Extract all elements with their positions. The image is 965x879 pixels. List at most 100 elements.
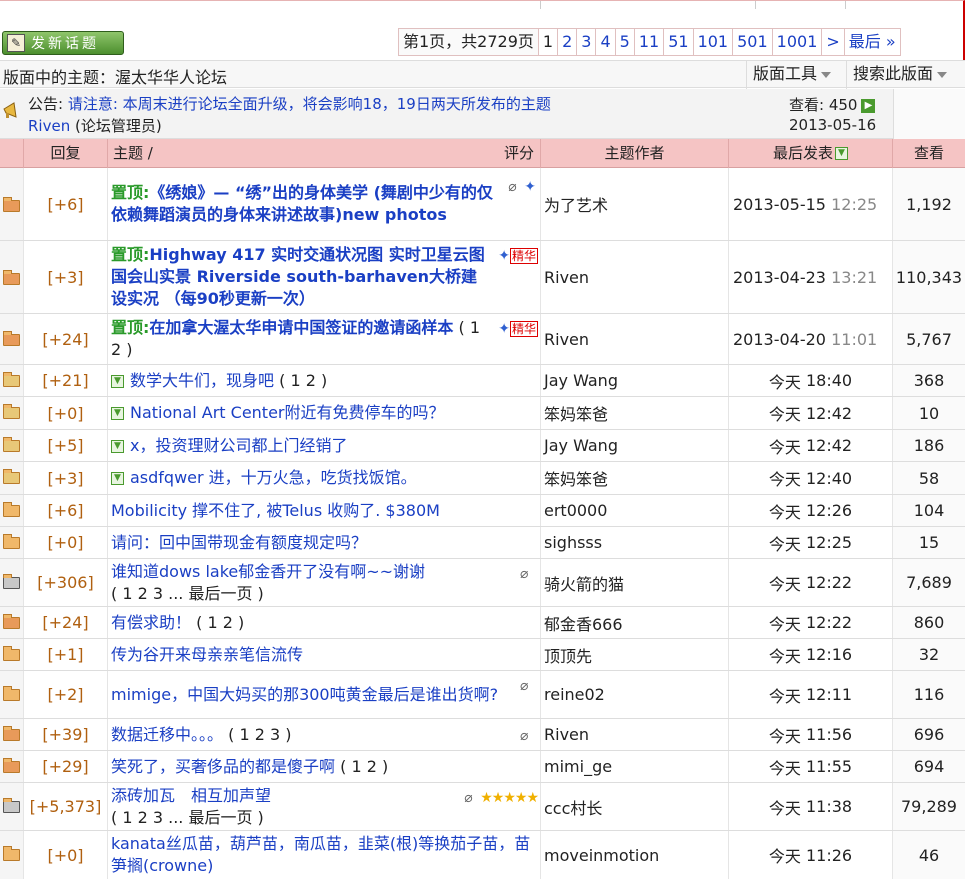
topic-title[interactable]: kanata丝瓜苗，葫芦苗，南瓜苗，韭菜(根)等换茄子苗，苗笋搁(crowne) <box>111 834 530 875</box>
topic-title[interactable]: 笑死了，买奢侈品的都是傻子啊 <box>111 757 335 776</box>
topic-author[interactable]: Jay Wang <box>541 430 729 461</box>
last-page-link[interactable]: 最后 » <box>845 29 900 55</box>
last-post[interactable]: 今天 12:42 <box>729 430 893 461</box>
last-post-date: 今天 <box>768 405 801 424</box>
row-icon-cell <box>0 719 24 750</box>
next-page-link[interactable]: > <box>822 29 845 55</box>
page-501[interactable]: 501 <box>733 29 773 55</box>
topic-cell: Mobilicity 撑不住了, 被Telus 收购了. $380M <box>108 495 541 526</box>
last-post[interactable]: 今天 12:42 <box>729 397 893 429</box>
last-post[interactable]: 今天 11:55 <box>729 751 893 782</box>
header-topic[interactable]: 主题 / <box>108 139 498 168</box>
topic-title[interactable]: 谁知道dows lake郁金香开了没有啊~~谢谢 <box>111 562 425 581</box>
last-post[interactable]: 今天 12:25 <box>729 527 893 558</box>
last-post[interactable]: 今天 18:40 <box>729 365 893 396</box>
table-row: [+24] 有偿求助！ ( 1 2 ) 郁金香666 今天 12:22 860 <box>0 607 965 639</box>
topic-title[interactable]: 数据迁移中。。。 <box>111 725 223 744</box>
page-links[interactable]: ( 1 2 ) <box>196 613 244 632</box>
last-post[interactable]: 2013-04-20 11:01 <box>729 314 893 364</box>
topic-title[interactable]: National Art Center附近有免费停车的吗？ <box>130 403 445 422</box>
topic-author[interactable]: Riven <box>541 314 729 364</box>
new-topic-button[interactable]: ✎ 发新话题 <box>2 31 124 55</box>
announcement-author[interactable]: Riven <box>28 117 70 135</box>
topic-title[interactable]: 数学大牛们，现身吧 <box>130 371 274 390</box>
page-101[interactable]: 101 <box>694 29 734 55</box>
topic-author[interactable]: moveinmotion <box>541 831 729 879</box>
last-post[interactable]: 2013-05-15 12:25 <box>729 168 893 240</box>
last-post[interactable]: 今天 12:22 <box>729 559 893 606</box>
last-post[interactable]: 今天 12:16 <box>729 639 893 670</box>
last-post[interactable]: 今天 11:26 <box>729 831 893 879</box>
topic-title[interactable]: Highway 417 实时交通状况图 实时卫星云图 国会山实景 Riversi… <box>111 245 485 308</box>
last-post[interactable]: 今天 11:38 <box>729 783 893 830</box>
topic-author[interactable]: 骑火箭的猫 <box>541 559 729 606</box>
header-last-post[interactable]: 最后发表 ▼ <box>729 139 893 168</box>
page-links[interactable]: ( 1 2 3 ... 最后一页 ) <box>111 808 264 827</box>
page-links[interactable]: ( 1 2 3 ) <box>228 725 291 744</box>
topic-author[interactable]: Jay Wang <box>541 365 729 396</box>
page-4[interactable]: 4 <box>596 29 616 55</box>
header-icon-col <box>0 139 24 168</box>
page-11[interactable]: 11 <box>635 29 665 55</box>
page-links[interactable]: ( 1 2 ) <box>279 371 327 390</box>
last-post[interactable]: 2013-04-23 13:21 <box>729 241 893 313</box>
forum-tools-menu[interactable]: 版面工具 <box>746 61 846 89</box>
row-icon-cell <box>0 671 24 718</box>
search-forum-menu[interactable]: 搜索此版面 <box>846 61 965 89</box>
header-rating[interactable]: 评分 <box>498 139 541 168</box>
page-5[interactable]: 5 <box>616 29 635 55</box>
table-row: [+6] Mobilicity 撑不住了, 被Telus 收购了. $380M … <box>0 495 965 527</box>
search-forum-label: 搜索此版面 <box>853 64 934 83</box>
topic-title[interactable]: 请问：回中国带现金有额度规定吗？ <box>111 533 367 552</box>
topic-author[interactable]: Riven <box>541 241 729 313</box>
topic-title[interactable]: asdfqwer 进，十万火急，吃货找饭馆。 <box>130 468 417 487</box>
last-post[interactable]: 今天 12:11 <box>729 671 893 718</box>
topic-title[interactable]: 添砖加瓦 相互加声望 <box>111 786 271 805</box>
last-post[interactable]: 今天 11:56 <box>729 719 893 750</box>
topic-title[interactable]: 传为谷开来母亲亲笔信流传 <box>111 645 303 664</box>
page-51[interactable]: 51 <box>664 29 694 55</box>
download-icon[interactable]: ▼ <box>111 374 124 388</box>
topic-author[interactable]: ccc村长 <box>541 783 729 830</box>
download-icon[interactable]: ▼ <box>111 439 124 453</box>
page-1[interactable]: 1 <box>539 29 559 55</box>
reply-count: [+2] <box>24 671 108 718</box>
last-post-date: 今天 <box>768 646 801 666</box>
topic-author[interactable]: mimi_ge <box>541 751 729 782</box>
sort-down-icon[interactable]: ▼ <box>835 147 848 160</box>
page-3[interactable]: 3 <box>577 29 597 55</box>
download-icon[interactable]: ▼ <box>111 407 124 420</box>
topic-author[interactable]: 笨妈笨爸 <box>541 462 729 494</box>
header-reply[interactable]: 回复 <box>24 139 108 168</box>
topic-author[interactable]: reine02 <box>541 671 729 718</box>
last-post-date: 2013-04-23 <box>733 267 826 287</box>
topic-author[interactable]: 为了艺术 <box>541 168 729 240</box>
last-post[interactable]: 今天 12:26 <box>729 495 893 526</box>
topic-author[interactable]: 郁金香666 <box>541 607 729 638</box>
topic-author[interactable]: 顶顶先 <box>541 639 729 670</box>
topic-title[interactable]: x，投资理财公司都上门经销了 <box>130 436 347 455</box>
page-links[interactable]: ( 1 2 3 ... 最后一页 ) <box>111 584 264 603</box>
topic-author[interactable]: Riven <box>541 719 729 750</box>
topic-title[interactable]: 《绣娘》— “绣”出的身体美学 (舞剧中少有的仅依赖舞蹈演员的身体来讲述故事)n… <box>111 183 493 224</box>
go-arrow-icon[interactable]: ▶ <box>861 98 876 113</box>
topic-author[interactable]: sighsss <box>541 527 729 558</box>
page-links[interactable]: ( 1 2 ) <box>340 757 388 776</box>
last-post-time: 12:25 <box>806 533 853 552</box>
page-2[interactable]: 2 <box>558 29 578 55</box>
announcement-link[interactable]: 请注意: 本周末进行论坛全面升级，将会影响18，19日两天所发布的主题 <box>68 95 551 113</box>
page-1001[interactable]: 1001 <box>773 29 823 55</box>
last-post[interactable]: 今天 12:40 <box>729 462 893 494</box>
last-post[interactable]: 今天 12:22 <box>729 607 893 638</box>
row-icon-cell <box>0 751 24 782</box>
topic-author[interactable]: ert0000 <box>541 495 729 526</box>
topic-title[interactable]: Mobilicity 撑不住了, 被Telus 收购了. $380M <box>111 501 440 520</box>
reply-count: [+24] <box>24 314 108 364</box>
topic-title[interactable]: mimige，中国大妈买的那300吨黄金最后是谁出货啊? <box>111 685 498 704</box>
topic-title[interactable]: 在加拿大渥太华申请中国签证的邀请函样本 <box>149 318 453 337</box>
download-icon[interactable]: ▼ <box>111 472 124 485</box>
topic-title[interactable]: 有偿求助！ <box>111 613 191 632</box>
topic-author[interactable]: 笨妈笨爸 <box>541 397 729 429</box>
header-views[interactable]: 查看 <box>893 139 965 168</box>
header-author[interactable]: 主题作者 <box>541 139 729 168</box>
